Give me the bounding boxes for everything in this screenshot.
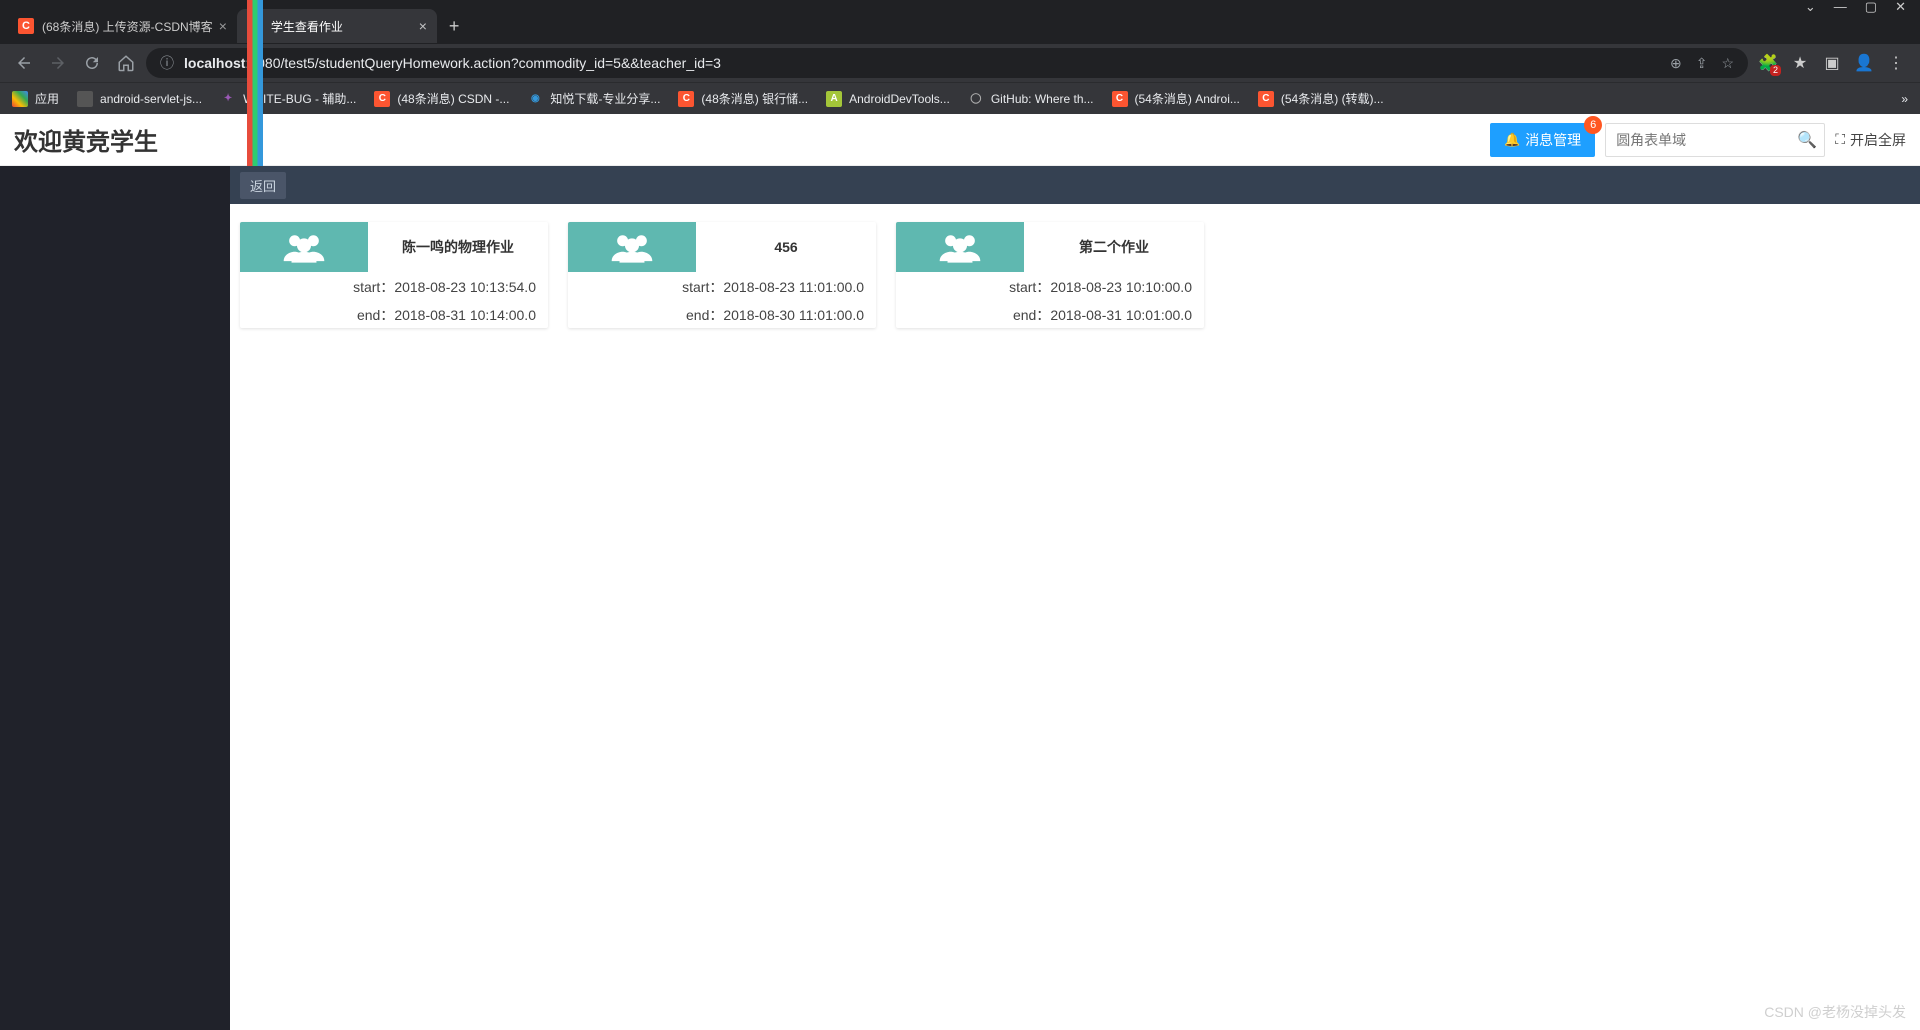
- url-text: localhost:8080/test5/studentQueryHomewor…: [184, 55, 721, 71]
- back-button[interactable]: 返回: [240, 172, 286, 199]
- app-body: 返回 陈一鸣的物理作业 start：2018-08-23 10:13:54.0 …: [0, 166, 1920, 1030]
- tab-title: 学生查看作业: [271, 18, 413, 35]
- sidepanel-icon[interactable]: ▣: [1822, 53, 1842, 73]
- message-manage-button[interactable]: 🔔 消息管理 6: [1490, 123, 1595, 157]
- reload-button[interactable]: [78, 49, 106, 77]
- apps-icon: [12, 91, 28, 107]
- homework-end: end：2018-08-31 10:01:00.0: [896, 300, 1204, 328]
- homework-title: 陈一鸣的物理作业: [368, 222, 548, 272]
- zhiyue-icon: ◉: [527, 91, 543, 107]
- bookmark-item[interactable]: AAndroidDevTools...: [826, 91, 950, 107]
- csdn-icon: C: [1112, 91, 1128, 107]
- homework-card[interactable]: 陈一鸣的物理作业 start：2018-08-23 10:13:54.0 end…: [240, 222, 548, 328]
- bookmark-item[interactable]: C(48条消息) CSDN -...: [374, 90, 509, 107]
- github-icon: ◯: [968, 91, 984, 107]
- close-window-button[interactable]: ✕: [1895, 0, 1906, 15]
- bookmarks-overflow[interactable]: »: [1901, 92, 1908, 106]
- extension-icon[interactable]: 🧩2: [1758, 53, 1778, 73]
- browser-tabs: C (68条消息) 上传资源-CSDN博客 × 学生查看作业 × +: [0, 8, 1920, 44]
- minimize-button[interactable]: ―: [1834, 0, 1847, 15]
- new-tab-button[interactable]: +: [437, 16, 472, 37]
- csdn-icon: C: [374, 91, 390, 107]
- homework-start: start：2018-08-23 11:01:00.0: [568, 272, 876, 300]
- homework-cards: 陈一鸣的物理作业 start：2018-08-23 10:13:54.0 end…: [230, 204, 1920, 346]
- search-input[interactable]: [1616, 132, 1797, 148]
- bookmark-apps[interactable]: 应用: [12, 90, 59, 107]
- extensions-menu-icon[interactable]: ★: [1790, 53, 1810, 73]
- browser-tab-0[interactable]: C (68条消息) 上传资源-CSDN博客 ×: [8, 9, 237, 43]
- search-wrap: 🔍: [1605, 123, 1825, 157]
- share-icon[interactable]: ⇪: [1696, 55, 1708, 72]
- app-header: 欢迎黄竞学生 🔔 消息管理 6 🔍 ⛶ 开启全屏: [0, 114, 1920, 166]
- group-icon: [240, 222, 368, 272]
- homework-card[interactable]: 456 start：2018-08-23 11:01:00.0 end：2018…: [568, 222, 876, 328]
- browser-chrome: ⌄ ― ▢ ✕ C (68条消息) 上传资源-CSDN博客 × 学生查看作业 ×…: [0, 0, 1920, 114]
- forward-nav-button[interactable]: [44, 49, 72, 77]
- extension-icons: 🧩2 ★ ▣ 👤 ⋮: [1754, 53, 1910, 73]
- profile-icon[interactable]: 👤: [1854, 53, 1874, 73]
- csdn-icon: C: [678, 91, 694, 107]
- bookmark-item[interactable]: ◯GitHub: Where th...: [968, 91, 1094, 107]
- bookmarks-bar: 应用 android-servlet-js... ✦WRITE-BUG - 辅助…: [0, 82, 1920, 114]
- android-icon: A: [826, 91, 842, 107]
- homework-card[interactable]: 第二个作业 start：2018-08-23 10:10:00.0 end：20…: [896, 222, 1204, 328]
- message-count-badge: 6: [1584, 116, 1602, 134]
- breadcrumb-bar: 返回: [230, 166, 1920, 204]
- homework-end: end：2018-08-30 11:01:00.0: [568, 300, 876, 328]
- menu-icon[interactable]: ⋮: [1886, 53, 1906, 73]
- zoom-icon[interactable]: ⊕: [1670, 55, 1682, 72]
- expand-icon: ⛶: [1835, 131, 1845, 148]
- csdn-favicon-icon: C: [18, 18, 34, 34]
- dropdown-icon[interactable]: ⌄: [1805, 0, 1816, 15]
- home-button[interactable]: [112, 49, 140, 77]
- info-icon[interactable]: ⓘ: [160, 53, 174, 73]
- bookmark-star-icon[interactable]: ☆: [1721, 55, 1734, 72]
- close-tab-button[interactable]: ×: [219, 18, 227, 34]
- bookmark-item[interactable]: ✦WRITE-BUG - 辅助...: [220, 90, 356, 107]
- main-content: 返回 陈一鸣的物理作业 start：2018-08-23 10:13:54.0 …: [230, 166, 1920, 1030]
- browser-tab-1[interactable]: 学生查看作业 ×: [237, 9, 437, 43]
- app-container: 欢迎黄竞学生 🔔 消息管理 6 🔍 ⛶ 开启全屏 返回: [0, 114, 1920, 1030]
- watermark: CSDN @老杨没掉头发: [1764, 1002, 1906, 1022]
- homework-end: end：2018-08-31 10:14:00.0: [240, 300, 548, 328]
- sidebar: [0, 166, 230, 1030]
- window-titlebar: ⌄ ― ▢ ✕: [0, 0, 1920, 8]
- group-icon: [896, 222, 1024, 272]
- writebug-icon: ✦: [220, 91, 236, 107]
- close-tab-button[interactable]: ×: [419, 18, 427, 34]
- bookmark-item[interactable]: C(54条消息) Androi...: [1112, 90, 1240, 107]
- homework-start: start：2018-08-23 10:13:54.0: [240, 272, 548, 300]
- maximize-button[interactable]: ▢: [1865, 0, 1877, 15]
- address-bar[interactable]: ⓘ localhost:8080/test5/studentQueryHomew…: [146, 48, 1748, 78]
- search-icon[interactable]: 🔍: [1797, 130, 1817, 150]
- fullscreen-button[interactable]: ⛶ 开启全屏: [1835, 130, 1906, 150]
- tab-title: (68条消息) 上传资源-CSDN博客: [42, 18, 213, 35]
- homework-title: 第二个作业: [1024, 222, 1204, 272]
- bookmark-item[interactable]: C(48条消息) 银行储...: [678, 90, 808, 107]
- homework-title: 456: [696, 222, 876, 272]
- address-bar-row: ⓘ localhost:8080/test5/studentQueryHomew…: [0, 44, 1920, 82]
- homework-start: start：2018-08-23 10:10:00.0: [896, 272, 1204, 300]
- bookmark-item[interactable]: C(54条消息) (转载)...: [1258, 90, 1384, 107]
- page-title: 欢迎黄竞学生: [14, 122, 158, 157]
- bookmark-item[interactable]: android-servlet-js...: [77, 91, 202, 107]
- page-icon: [77, 91, 93, 107]
- csdn-icon: C: [1258, 91, 1274, 107]
- bell-icon: 🔔: [1504, 132, 1520, 148]
- back-nav-button[interactable]: [10, 49, 38, 77]
- group-icon: [568, 222, 696, 272]
- bookmark-item[interactable]: ◉知悦下载-专业分享...: [527, 90, 660, 107]
